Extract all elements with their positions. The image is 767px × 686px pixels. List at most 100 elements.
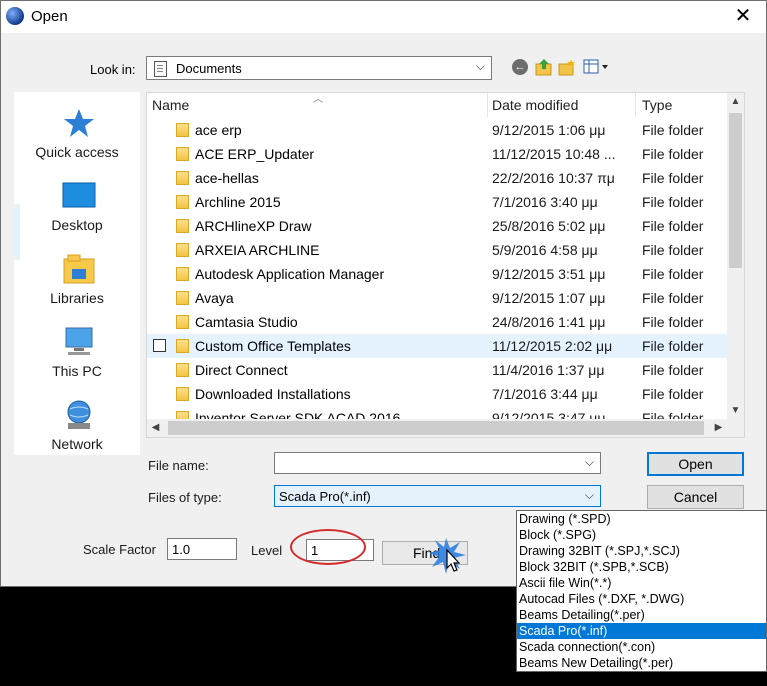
star-icon xyxy=(64,109,94,137)
scroll-thumb[interactable] xyxy=(729,113,742,268)
folder-icon xyxy=(176,147,189,161)
file-rows: ace erp 9/12/2015 1:06 μμ File folder ACE E… xyxy=(147,118,727,430)
place-label: Desktop xyxy=(51,217,103,233)
folder-icon xyxy=(176,339,189,353)
table-row[interactable]: ARCHlineXP Draw 25/8/2016 5:02 μμ File fol… xyxy=(147,214,727,238)
scale-factor-label: Scale Factor xyxy=(83,542,156,557)
files-of-type-dropdown-list[interactable]: Drawing (*.SPD) Block (*.SPG) Drawing 32BI… xyxy=(516,510,767,672)
dropdown-option[interactable]: Block (*.SPG) xyxy=(517,527,766,543)
horizontal-scrollbar[interactable]: ◀ ▶ xyxy=(147,419,727,437)
vertical-scrollbar[interactable]: ▲ ▼ xyxy=(727,93,744,419)
column-divider[interactable] xyxy=(487,93,488,117)
date-modified-cell: 9/12/2015 1:06 μμ xyxy=(492,122,606,138)
table-row[interactable]: ace-hellas 22/2/2016 10:37 πμ File folder xyxy=(147,166,727,190)
table-row[interactable]: ACE ERP_Updater 11/12/2015 10:48 ... File … xyxy=(147,142,727,166)
chevron-down-icon[interactable]: ⌵ xyxy=(476,59,485,74)
date-modified-cell: 9/12/2015 1:07 μμ xyxy=(492,290,606,306)
table-row[interactable]: ace erp 9/12/2015 1:06 μμ File folder xyxy=(147,118,727,142)
file-name-cell: ARXEIA ARCHLINE xyxy=(195,242,320,258)
scroll-right-icon[interactable]: ▶ xyxy=(710,419,727,437)
place-label: Libraries xyxy=(50,290,104,306)
documents-icon xyxy=(154,61,167,77)
column-date-modified[interactable]: Date modified xyxy=(492,97,578,113)
place-label: This PC xyxy=(52,363,102,379)
title-bar: Open ✕ xyxy=(1,1,766,33)
table-row[interactable]: Avaya 9/12/2015 1:07 μμ File folder xyxy=(147,286,727,310)
chevron-down-icon[interactable]: ⌵ xyxy=(585,488,594,503)
file-name-label: File name: xyxy=(148,458,209,473)
scroll-thumb[interactable] xyxy=(168,421,704,435)
folder-icon xyxy=(176,315,189,329)
table-row[interactable]: ARXEIA ARCHLINE 5/9/2016 4:58 μμ File fold… xyxy=(147,238,727,262)
dropdown-option[interactable]: Beams New Detailing(*.per) xyxy=(517,655,766,671)
type-cell: File folder xyxy=(642,290,704,306)
column-type[interactable]: Type xyxy=(642,97,672,113)
back-icon[interactable]: ← xyxy=(512,57,530,77)
up-folder-icon[interactable] xyxy=(535,57,553,77)
files-of-type-value: Scada Pro(*.inf) xyxy=(279,489,371,504)
place-quick-access[interactable]: Quick access xyxy=(14,97,140,167)
dropdown-option[interactable]: Scada connection(*.con) xyxy=(517,639,766,655)
table-row[interactable]: Direct Connect 11/4/2016 1:37 μμ File fold… xyxy=(147,358,727,382)
scroll-left-icon[interactable]: ◀ xyxy=(147,419,164,437)
scroll-up-icon[interactable]: ▲ xyxy=(727,93,744,110)
type-cell: File folder xyxy=(642,122,704,138)
folder-icon xyxy=(176,243,189,257)
file-name-cell: Archline 2015 xyxy=(195,194,281,210)
dropdown-option[interactable]: Block 32BIT (*.SPB,*.SCB) xyxy=(517,559,766,575)
places-bar: Quick access Desktop Libraries This PC N… xyxy=(14,92,140,455)
file-name-cell: Downloaded Installations xyxy=(195,386,351,402)
dropdown-option[interactable]: Drawing 32BIT (*.SPJ,*.SCJ) xyxy=(517,543,766,559)
table-row[interactable]: Downloaded Installations 7/1/2016 3:44 μμ… xyxy=(147,382,727,406)
folder-icon xyxy=(176,267,189,281)
file-name-cell: Avaya xyxy=(195,290,234,306)
dropdown-option[interactable]: Autocad Files (*.DXF, *.DWG) xyxy=(517,591,766,607)
file-list[interactable]: ︿ Name Date modified Type ace erp 9/12/20… xyxy=(146,92,745,438)
type-cell: File folder xyxy=(642,218,704,234)
folder-icon xyxy=(176,387,189,401)
cancel-button[interactable]: Cancel xyxy=(647,485,744,509)
place-network[interactable]: Network xyxy=(14,389,140,459)
chevron-down-icon[interactable]: ⌵ xyxy=(585,455,594,470)
view-menu-icon[interactable] xyxy=(583,57,611,77)
table-row[interactable]: Autodesk Application Manager 9/12/2015 3:… xyxy=(147,262,727,286)
type-cell: File folder xyxy=(642,266,704,282)
close-button[interactable]: ✕ xyxy=(720,1,766,32)
date-modified-cell: 11/12/2015 2:02 μμ xyxy=(492,338,613,354)
dropdown-option[interactable]: Scada Pro(*.inf) xyxy=(517,623,766,639)
app-globe-icon xyxy=(6,7,24,25)
table-row[interactable]: Camtasia Studio 24/8/2016 1:41 μμ File fol… xyxy=(147,310,727,334)
look-in-combo[interactable]: Documents ⌵ xyxy=(146,56,492,80)
folder-icon xyxy=(176,123,189,137)
place-desktop[interactable]: Desktop xyxy=(14,170,140,240)
column-name[interactable]: Name xyxy=(152,97,189,113)
sort-arrow-icon: ︿ xyxy=(313,94,323,105)
scroll-down-icon[interactable]: ▼ xyxy=(727,402,744,419)
table-row[interactable]: Archline 2015 7/1/2016 3:40 μμ File folder xyxy=(147,190,727,214)
cursor-click-icon xyxy=(429,536,469,576)
folder-icon xyxy=(176,195,189,209)
files-of-type-combo[interactable]: Scada Pro(*.inf) ⌵ xyxy=(274,485,601,507)
file-name-cell: ACE ERP_Updater xyxy=(195,146,315,162)
date-modified-cell: 9/12/2015 3:51 μμ xyxy=(492,266,606,282)
file-name-cell: ace erp xyxy=(195,122,242,138)
level-label: Level xyxy=(251,543,283,558)
open-button[interactable]: Open xyxy=(647,452,744,476)
date-modified-cell: 24/8/2016 1:41 μμ xyxy=(492,314,606,330)
file-name-combo[interactable]: ⌵ xyxy=(274,452,601,474)
date-modified-cell: 11/12/2015 10:48 ... xyxy=(492,146,616,162)
file-name-cell: ARCHlineXP Draw xyxy=(195,218,312,234)
place-this-pc[interactable]: This PC xyxy=(14,316,140,386)
place-label: Quick access xyxy=(35,144,119,160)
type-cell: File folder xyxy=(642,242,704,258)
new-folder-icon[interactable] xyxy=(558,57,576,77)
dropdown-option[interactable]: Beams Detailing(*.per) xyxy=(517,607,766,623)
place-libraries[interactable]: Libraries xyxy=(14,243,140,313)
date-modified-cell: 7/1/2016 3:44 μμ xyxy=(492,386,598,402)
scale-factor-input[interactable]: 1.0 xyxy=(167,538,237,560)
column-divider[interactable] xyxy=(635,93,636,117)
table-row[interactable]: Custom Office Templates 11/12/2015 2:02 μ… xyxy=(147,334,727,358)
dropdown-option[interactable]: Drawing (*.SPD) xyxy=(517,511,766,527)
row-checkbox[interactable] xyxy=(153,339,166,352)
dropdown-option[interactable]: Ascii file Win(*.*) xyxy=(517,575,766,591)
